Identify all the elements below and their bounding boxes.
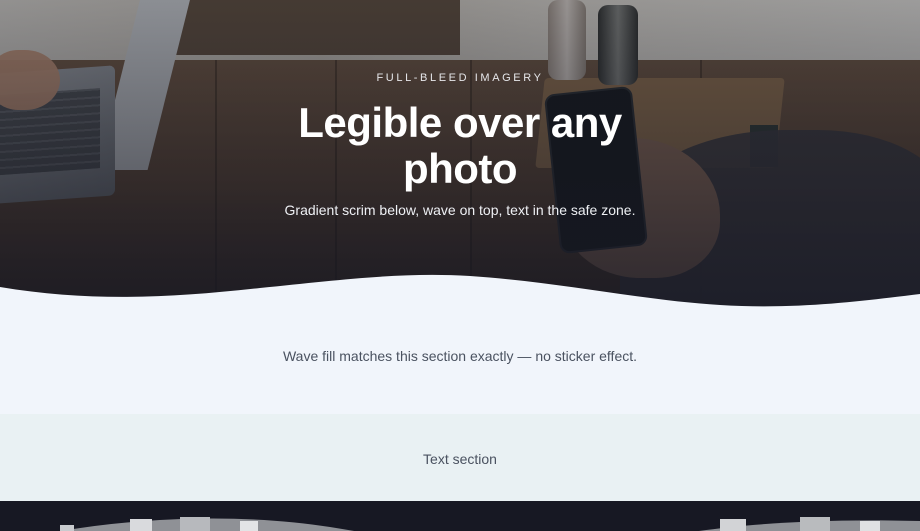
text-section-label: Text section [423,451,497,467]
wave-divider [0,274,920,312]
hero-section: FULL-BLEED IMAGERY Legible over any phot… [0,0,920,312]
hero-text-block: FULL-BLEED IMAGERY Legible over any phot… [0,72,920,218]
wave-section-text: Wave fill matches this section exactly —… [282,348,638,364]
hero-subline: Gradient scrim below, wave on top, text … [284,202,636,218]
city-skyline-photo [60,517,920,531]
hero-headline: Legible over any photo [298,99,622,192]
text-section: Text section [0,414,920,501]
hero-eyebrow: FULL-BLEED IMAGERY [376,72,544,84]
wave-matched-section: Wave fill matches this section exactly —… [0,312,920,414]
dark-image-section [0,501,920,531]
